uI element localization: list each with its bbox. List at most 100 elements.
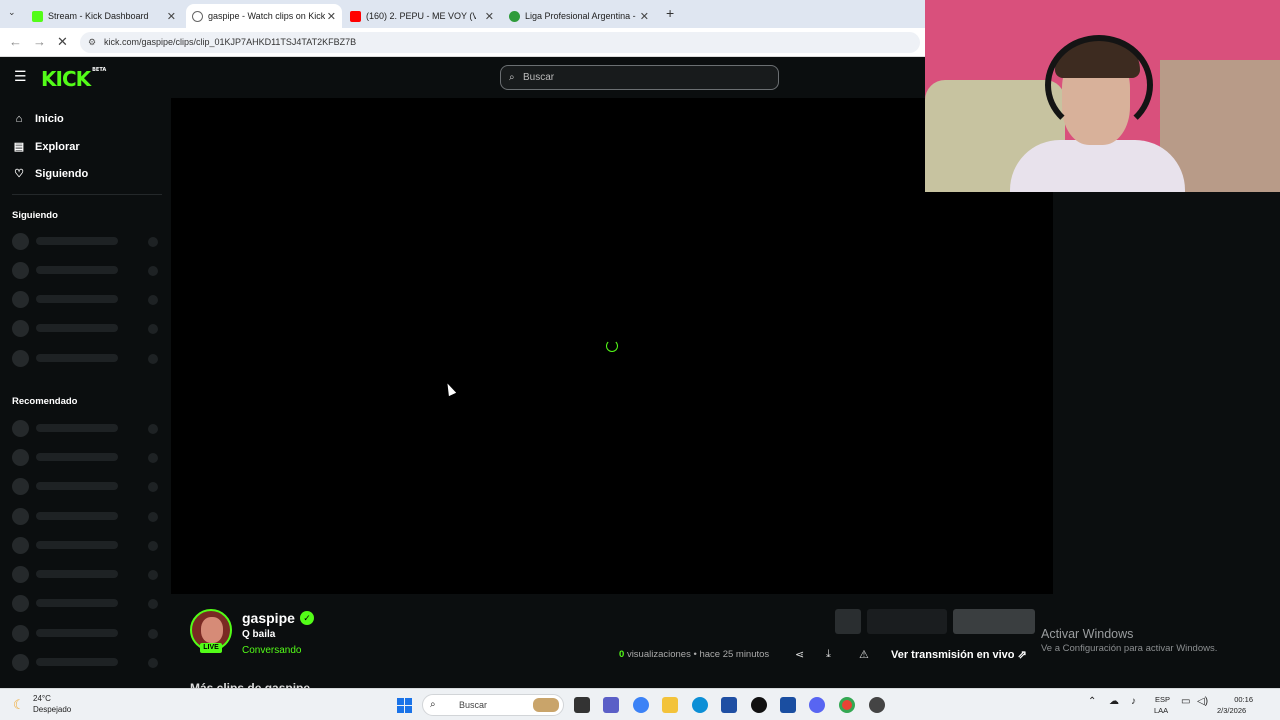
tab-title: gaspipe - Watch clips on Kick (208, 11, 326, 21)
close-icon[interactable]: ✕ (167, 10, 176, 23)
clip-title: Q baila (242, 629, 276, 640)
url-text: kick.com/gaspipe/clips/clip_01KJP7AHKD11… (104, 37, 357, 47)
close-icon[interactable]: ✕ (485, 10, 494, 23)
edge-icon[interactable] (692, 697, 708, 713)
home-icon: ⌂ (15, 113, 23, 125)
skeleton-item (12, 537, 162, 554)
close-icon[interactable]: ✕ (327, 10, 336, 23)
teams-icon[interactable] (603, 697, 619, 713)
kick-logo[interactable]: KICK BETA (41, 67, 106, 91)
tab-title: Liga Profesional Argentina - PC (525, 11, 637, 21)
display-icon[interactable]: ▭ (1181, 696, 1190, 707)
divider (12, 194, 162, 195)
skeleton-item (12, 625, 162, 642)
clock-time[interactable]: 00:16 (1233, 695, 1253, 704)
microphone-icon[interactable]: ♪ (1131, 696, 1136, 707)
views-meta: 0 visualizaciones • hace 25 minutos (619, 649, 770, 660)
watch-live-button[interactable]: Ver transmisión en vivo ⇗ (891, 648, 1027, 661)
clip-age: hace 25 minutos (699, 649, 770, 660)
following-heading: Siguiendo (12, 210, 58, 221)
browser-tab-strip: ⌄ Stream - Kick Dashboard ✕ gaspipe - Wa… (0, 0, 925, 28)
browser-toolbar: ← → ✕ ⚙ kick.com/gaspipe/clips/clip_01KJ… (0, 28, 925, 57)
chevron-up-icon[interactable]: ⌃ (1088, 696, 1096, 707)
search-placeholder: Buscar (523, 72, 555, 83)
live-badge: LIVE (200, 643, 222, 653)
obs-icon[interactable] (869, 697, 885, 713)
task-view-icon[interactable] (574, 697, 590, 713)
discord-icon[interactable] (809, 697, 825, 713)
sidebar-item-inicio[interactable]: ⌂ Inicio (12, 113, 64, 125)
skeleton-item (12, 262, 162, 279)
tab-gaspipe-clips[interactable]: gaspipe - Watch clips on Kick ✕ (186, 4, 342, 28)
skeleton-item (12, 291, 162, 308)
heart-icon: ♡ (14, 168, 24, 180)
placeholder-button (953, 609, 1035, 634)
volume-icon[interactable]: ◁) (1197, 696, 1208, 707)
app-icon[interactable] (780, 697, 796, 713)
skeleton-item (12, 320, 162, 337)
tab-title: Stream - Kick Dashboard (48, 11, 149, 21)
file-explorer-icon[interactable] (662, 697, 678, 713)
address-bar[interactable]: ⚙ kick.com/gaspipe/clips/clip_01KJP7AHKD… (80, 32, 920, 53)
verified-check-icon: ✓ (300, 611, 314, 625)
search-icon: ⌕ (509, 72, 515, 83)
language-indicator[interactable]: ESP (1155, 695, 1170, 704)
store-icon[interactable] (721, 697, 737, 713)
search-input[interactable]: ⌕ Buscar (500, 65, 779, 90)
back-arrow-icon[interactable]: ← (9, 34, 22, 49)
recommended-heading: Recomendado (12, 396, 78, 407)
streamer-name[interactable]: gaspipe (242, 610, 295, 626)
weather-temp[interactable]: 24°C (33, 694, 51, 703)
loading-spinner-icon (606, 340, 618, 352)
tab-youtube-pepu[interactable]: (160) 2. PEPU - ME VOY (Visual ✕ (344, 4, 500, 28)
views-count: 0 (619, 649, 625, 660)
keyboard-layout[interactable]: LAA (1154, 706, 1168, 715)
chrome-icon[interactable] (839, 697, 855, 713)
tab-liga-profesional[interactable]: Liga Profesional Argentina - PC ✕ (503, 4, 655, 28)
clock-date[interactable]: 2/3/2026 (1217, 706, 1246, 715)
site-settings-icon[interactable]: ⚙ (88, 32, 96, 53)
report-warning-icon[interactable]: ⚠ (859, 648, 869, 661)
explore-icon: ▤ (13, 141, 25, 153)
stop-loading-icon[interactable]: ✕ (57, 34, 68, 50)
sidebar: ⌂ Inicio ▤ Explorar ♡ Siguiendo Siguiendo R… (0, 98, 170, 688)
weather-condition[interactable]: Despejado (33, 705, 71, 714)
skeleton-item (12, 654, 162, 671)
kick-topbar: ☰ KICK BETA ⌕ Buscar (0, 57, 925, 98)
beta-badge: BETA (92, 67, 107, 73)
skeleton-item (12, 350, 162, 367)
network-icon[interactable]: ☁ (1109, 696, 1119, 707)
youtube-icon (350, 10, 361, 22)
tab-kick-dashboard[interactable]: Stream - Kick Dashboard ✕ (26, 4, 182, 28)
tab-title: (160) 2. PEPU - ME VOY (Visual (366, 11, 476, 21)
sidebar-item-explorar[interactable]: ▤ Explorar (12, 140, 80, 154)
windows-start-icon[interactable] (397, 698, 412, 713)
skeleton-item (12, 420, 162, 437)
activate-windows-title: Activar Windows (1041, 627, 1134, 641)
download-icon[interactable]: ⤓ (826, 648, 831, 661)
skeleton-item (12, 233, 162, 250)
skeleton-item (12, 478, 162, 495)
placeholder-button (867, 609, 947, 634)
moon-weather-icon[interactable]: ☾ (13, 697, 25, 713)
sidebar-item-siguiendo[interactable]: ♡ Siguiendo (12, 167, 88, 181)
share-icon[interactable]: ⋖ (795, 648, 804, 661)
taskbar-search[interactable]: ⌕ Buscar (422, 694, 564, 716)
search-icon: ⌕ (430, 699, 436, 710)
loading-icon (192, 10, 203, 22)
new-tab-icon[interactable]: + (666, 5, 674, 21)
hamburger-menu-icon[interactable]: ☰ (14, 68, 27, 85)
tab-list-chevron-icon[interactable]: ⌄ (8, 7, 16, 18)
copilot-icon[interactable] (633, 697, 649, 713)
webcam-overlay (925, 0, 1280, 192)
category-link[interactable]: Conversando (242, 645, 301, 656)
windows-taskbar: ☾ 24°C Despejado ⌕ Buscar ⌃ ☁ ♪ ESP LAA … (0, 688, 1280, 720)
tiktok-icon[interactable] (751, 697, 767, 713)
skeleton-item (12, 566, 162, 583)
external-link-icon: ⇗ (1017, 649, 1027, 661)
skeleton-item (12, 508, 162, 525)
activate-windows-subtitle: Ve a Configuración para activar Windows. (1041, 643, 1218, 654)
forward-arrow-icon[interactable]: → (33, 34, 46, 49)
close-icon[interactable]: ✕ (640, 10, 649, 23)
kick-icon (32, 10, 43, 22)
